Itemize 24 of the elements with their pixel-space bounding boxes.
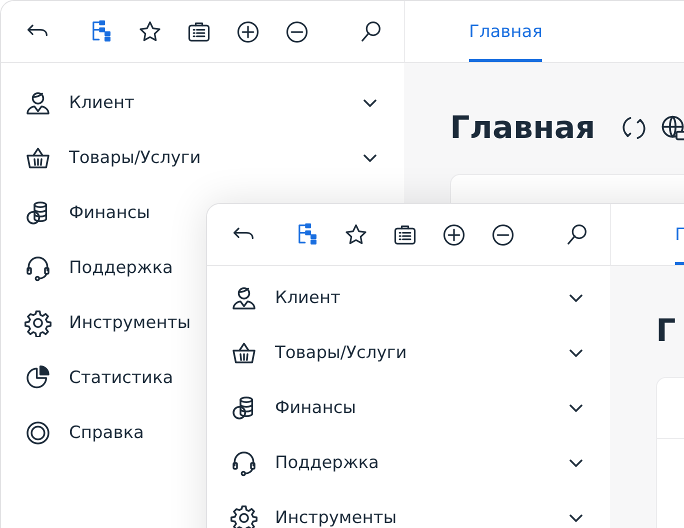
minus-circle-icon: [284, 18, 310, 44]
lifebuoy-icon: [24, 418, 52, 446]
headset-icon: [230, 448, 258, 476]
sidebar-item[interactable]: Клиент: [69, 92, 134, 112]
sidebar-item[interactable]: Товары/Услуги: [69, 148, 201, 168]
sidebar-item[interactable]: Инструменты: [69, 312, 191, 332]
sidebar-item[interactable]: Справка: [69, 422, 144, 442]
gear-icon: [230, 504, 258, 528]
sidebar-item[interactable]: Финансы: [69, 202, 150, 222]
headset-icon: [24, 254, 52, 282]
sidebar-item[interactable]: Поддержка: [69, 258, 173, 278]
sidebar-item[interactable]: Поддержка: [275, 452, 379, 472]
sidebar-item[interactable]: Инструменты: [275, 508, 397, 528]
minus-circle-icon: [490, 222, 516, 248]
page-title: Главная: [450, 110, 596, 146]
plus-circle-icon: [441, 222, 467, 248]
tab[interactable]: Главная: [469, 1, 542, 62]
sidebar-item[interactable]: Клиент: [275, 288, 340, 308]
sidebar-item[interactable]: Финансы: [275, 398, 356, 418]
plus-circle-icon: [235, 18, 261, 44]
sidebar-item[interactable]: Товары/Услуги: [275, 342, 407, 362]
gear-icon: [24, 308, 52, 336]
sidebar-item[interactable]: Статистика: [69, 368, 174, 388]
page-title: Г: [656, 313, 676, 349]
